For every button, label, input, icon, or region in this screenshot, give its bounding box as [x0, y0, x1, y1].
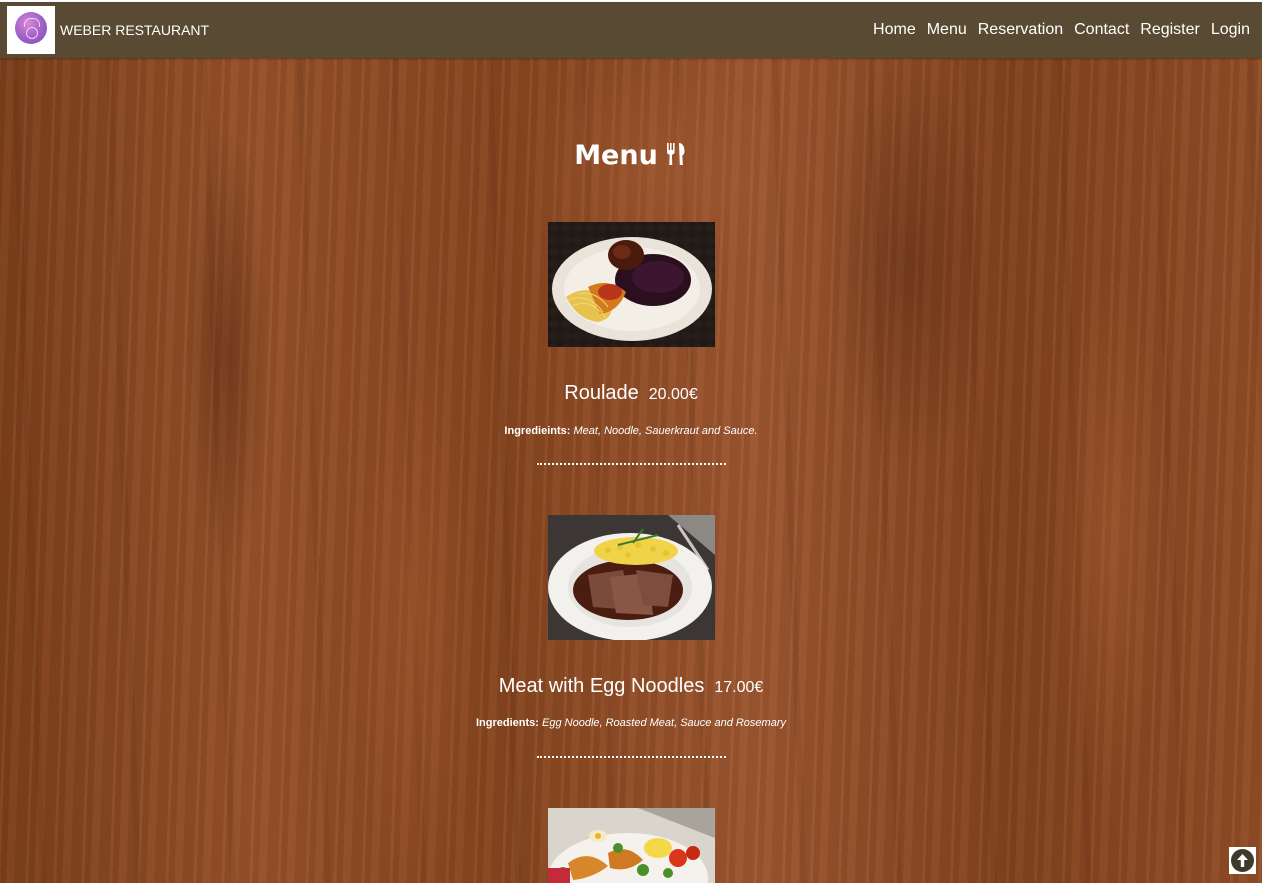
dish-title: Roulade [564, 382, 639, 404]
roulade-dish-photo [548, 222, 715, 347]
scroll-to-top-button[interactable] [1229, 847, 1256, 874]
nav-menu[interactable]: Menu [927, 21, 967, 39]
nav-login[interactable]: Login [1211, 21, 1250, 39]
ingredients-label: Ingredients: [476, 717, 539, 729]
chef-logo-icon [15, 12, 47, 44]
salad-dish-photo [548, 808, 715, 883]
divider [537, 463, 726, 465]
divider [537, 756, 726, 758]
logo[interactable] [7, 6, 55, 54]
dish-name-meat-egg-noodles: Meat with Egg Noodles 17.00€ [0, 675, 1262, 698]
nav-home[interactable]: Home [873, 21, 916, 39]
page-title-text: Menu [574, 140, 658, 171]
page-title: Menu [0, 140, 1262, 173]
ingredients-label: Ingredieints: [504, 425, 571, 437]
nav-contact[interactable]: Contact [1074, 21, 1129, 39]
utensils-icon [664, 142, 688, 173]
nav-register[interactable]: Register [1140, 21, 1200, 39]
dish-ingredients-meat-egg-noodles: Ingredients: Egg Noodle, Roasted Meat, S… [0, 717, 1262, 729]
nav-links: Home Menu Reservation Contact Register L… [873, 21, 1250, 39]
dish-title: Meat with Egg Noodles [498, 675, 705, 697]
navbar: WEBER RESTAURANT Home Menu Reservation C… [0, 2, 1262, 58]
brand-name[interactable]: WEBER RESTAURANT [60, 22, 209, 38]
dish-name-roulade: Roulade 20.00€ [0, 382, 1262, 405]
arrow-up-circle-icon [1231, 849, 1254, 872]
ingredients-text: Egg Noodle, Roasted Meat, Sauce and Rose… [542, 717, 786, 729]
dish-ingredients-roulade: Ingredieints: Meat, Noodle, Sauerkraut a… [0, 425, 1262, 437]
nav-reservation[interactable]: Reservation [978, 21, 1063, 39]
dish-price: 20.00€ [648, 386, 698, 403]
dish-price: 17.00€ [714, 679, 764, 696]
ingredients-text: Meat, Noodle, Sauerkraut and Sauce. [573, 425, 758, 437]
meat-egg-noodles-dish-photo [548, 515, 715, 640]
